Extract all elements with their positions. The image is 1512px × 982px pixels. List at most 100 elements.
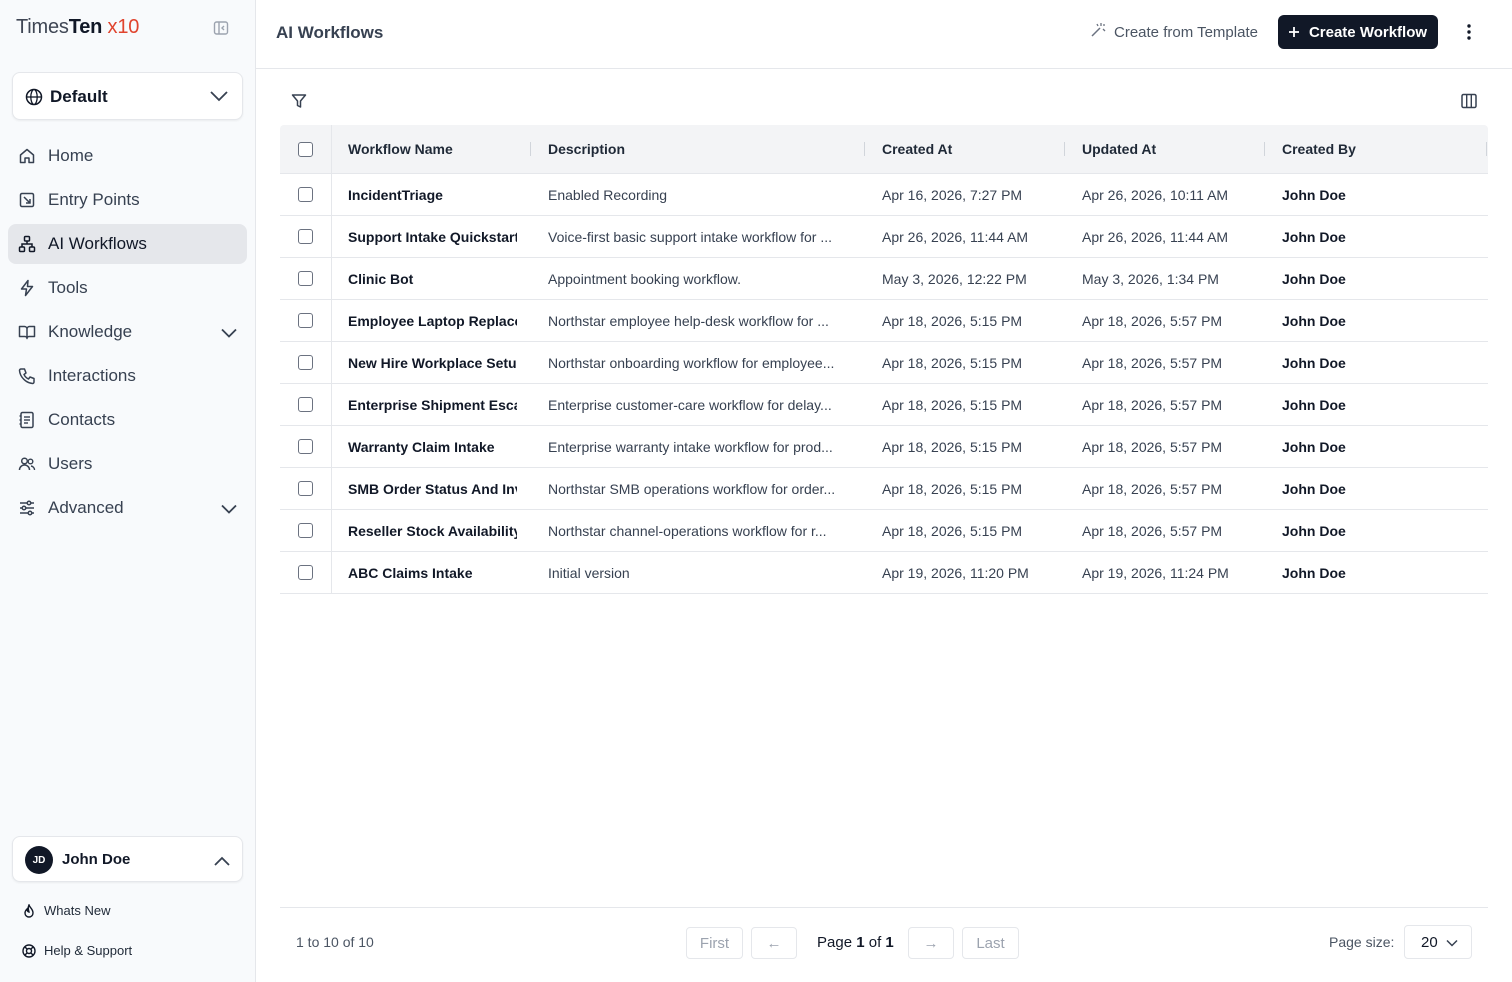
app-logo[interactable]: TimesTen x10 [16,16,139,39]
total-pages: 1 [885,934,894,951]
help-support-link[interactable]: Help & Support [22,943,132,958]
sidebar-item-knowledge[interactable]: Knowledge [8,312,247,352]
table-row[interactable]: Reseller Stock Availability Northstar cha… [280,510,1488,552]
column-header-updated-at[interactable]: Updated At [1082,125,1272,173]
globe-icon [25,88,43,111]
cell-workflow-name[interactable]: Support Intake Quickstart [348,216,517,257]
sidebar-item-label: Knowledge [48,322,133,341]
table-row[interactable]: New Hire Workplace Setu Northstar onboard… [280,342,1488,384]
user-name: John Doe [62,851,131,868]
first-page-button[interactable]: First [686,927,743,959]
last-page-button[interactable]: Last [962,927,1019,959]
cell-created-by: John Doe [1282,312,1346,329]
main-content: AI Workflows Create from Template Create… [256,0,1512,982]
sidebar-item-entry-points[interactable]: Entry Points [8,180,247,220]
column-header-description[interactable]: Description [548,125,850,173]
row-checkbox[interactable] [298,523,313,538]
row-checkbox[interactable] [298,397,313,412]
columns-icon[interactable] [1460,92,1478,110]
sidebar-item-ai-workflows[interactable]: AI Workflows [8,224,247,264]
row-checkbox[interactable] [298,313,313,328]
sidebar-item-label: Users [48,454,93,473]
cell-description: Enabled Recording [548,186,668,203]
table-body: IncidentTriage Enabled Recording Apr 16, 2… [280,174,1488,594]
row-checkbox[interactable] [298,565,313,580]
cell-workflow-name[interactable]: Employee Laptop Replace [348,300,517,341]
select-all-cell [280,125,332,173]
filter-icon[interactable] [290,92,308,110]
create-workflow-button[interactable]: Create Workflow [1278,15,1438,49]
cell-workflow-name[interactable]: SMB Order Status And Inv [348,468,517,509]
whats-new-link[interactable]: Whats New [22,902,110,918]
cell-created-by: John Doe [1282,228,1346,245]
cell-workflow-name[interactable]: Warranty Claim Intake [348,426,517,467]
lifebuoy-icon [22,943,36,958]
cell-description: Northstar SMB operations workflow for or… [548,480,836,497]
cell-workflow-name[interactable]: Reseller Stock Availability [348,510,517,551]
cell-workflow-name[interactable]: IncidentTriage [348,174,517,215]
cell-workflow-name[interactable]: ABC Claims Intake [348,552,517,593]
sidebar-item-tools[interactable]: Tools [8,268,247,308]
cell-created-at: Apr 26, 2026, 11:44 AM [882,228,1029,245]
row-checkbox[interactable] [298,439,313,454]
cell-updated-at: Apr 26, 2026, 11:44 AM [1082,228,1229,245]
table-row[interactable]: Warranty Claim Intake Enterprise warranty… [280,426,1488,468]
table-row[interactable]: IncidentTriage Enabled Recording Apr 16, 2… [280,174,1488,216]
cell-workflow-name[interactable]: Enterprise Shipment Esca [348,384,517,425]
workspace-selector[interactable]: Default [12,72,243,120]
brand-part2: Ten [68,16,103,38]
row-select-cell [280,174,332,215]
chevron-up-icon [214,853,230,871]
row-select-cell [280,510,332,551]
sidebar-item-interactions[interactable]: Interactions [8,356,247,396]
cell-workflow-name[interactable]: New Hire Workplace Setu [348,342,517,383]
table-row[interactable]: Enterprise Shipment Esca Enterprise custo… [280,384,1488,426]
table-row[interactable]: Employee Laptop Replace Northstar employe… [280,300,1488,342]
chevron-down-icon[interactable] [221,501,237,519]
cell-updated-at: May 3, 2026, 1:34 PM [1082,270,1219,287]
row-select-cell [280,426,332,467]
column-resize-handle[interactable] [1486,142,1487,156]
row-checkbox[interactable] [298,271,313,286]
row-checkbox[interactable] [298,229,313,244]
home-icon [18,147,36,165]
table-row[interactable]: ABC Claims Intake Initial version Apr 19, … [280,552,1488,594]
pagination: 1 to 10 of 10 First ← Page 1 of 1 → Last… [280,907,1488,982]
select-all-checkbox[interactable] [298,141,313,157]
column-header-created-by[interactable]: Created By [1282,125,1472,173]
create-workflow-label: Create Workflow [1308,23,1428,41]
users-icon [18,455,36,473]
column-resize-handle[interactable] [1264,142,1265,156]
page-size-select[interactable]: 20 [1404,925,1472,959]
row-checkbox[interactable] [298,187,313,202]
collapse-sidebar-icon[interactable] [213,20,229,36]
row-checkbox[interactable] [298,481,313,496]
column-resize-handle[interactable] [1064,142,1065,156]
table-row[interactable]: Support Intake Quickstart Voice-first bas… [280,216,1488,258]
user-menu[interactable]: JD John Doe [12,836,243,882]
sidebar-item-users[interactable]: Users [8,444,247,484]
column-resize-handle[interactable] [864,142,865,156]
cell-workflow-name[interactable]: Clinic Bot [348,258,517,299]
column-header-workflow-name[interactable]: Workflow Name [348,125,517,173]
next-page-button[interactable]: → [908,927,954,959]
create-from-template-button[interactable]: Create from Template [1090,20,1258,44]
cell-created-at: Apr 16, 2026, 7:27 PM [882,186,1023,203]
create-from-template-label: Create from Template [1114,23,1258,41]
sidebar-item-contacts[interactable]: Contacts [8,400,247,440]
cell-description: Northstar onboarding workflow for employ… [548,354,835,371]
table-row[interactable]: SMB Order Status And Inv Northstar SMB op… [280,468,1488,510]
table-row[interactable]: Clinic Bot Appointment booking workflow. M… [280,258,1488,300]
cell-description: Enterprise warranty intake workflow for … [548,438,833,455]
sidebar-item-advanced[interactable]: Advanced [8,488,247,528]
column-header-created-at[interactable]: Created At [882,125,1072,173]
sidebar-item-home[interactable]: Home [8,136,247,176]
row-checkbox[interactable] [298,355,313,370]
cell-created-at: Apr 18, 2026, 5:15 PM [882,354,1023,371]
column-resize-handle[interactable] [530,142,531,156]
cell-updated-at: Apr 19, 2026, 11:24 PM [1082,564,1229,581]
more-options-icon[interactable] [1462,22,1476,42]
chevron-down-icon[interactable] [221,325,237,343]
prev-page-button[interactable]: ← [751,927,797,959]
sliders-icon [18,499,36,517]
